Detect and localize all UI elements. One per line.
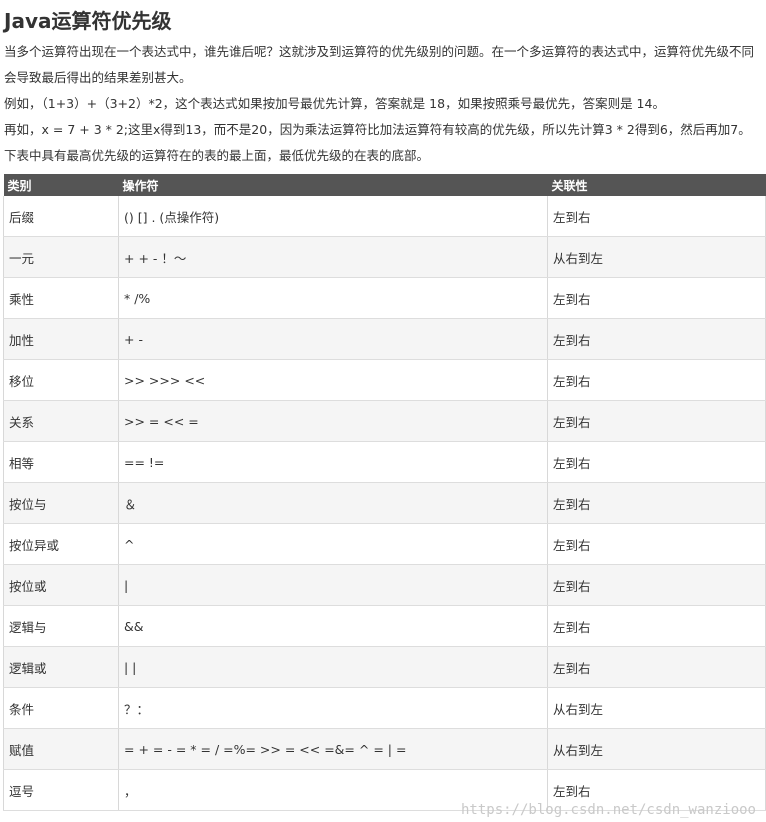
associativity-cell: 从右到左 bbox=[547, 687, 766, 729]
header-category: 类别 bbox=[3, 174, 119, 196]
operator-cell: ＆ bbox=[118, 482, 548, 524]
table-row: 按位异或 ^ 左到右 bbox=[3, 523, 766, 565]
category-cell: 移位 bbox=[3, 359, 119, 401]
watermark-url: https://blog.csdn.net/csdn_wanziooo bbox=[460, 802, 756, 818]
associativity-cell: 从右到左 bbox=[547, 728, 766, 770]
table-row: 移位 >> >>> << 左到右 bbox=[3, 359, 766, 401]
category-cell: 加性 bbox=[3, 318, 119, 360]
category-cell: 乘性 bbox=[3, 277, 119, 319]
header-associativity: 关联性 bbox=[547, 174, 766, 196]
table-row: 后缀 () [] . (点操作符) 左到右 bbox=[3, 196, 766, 237]
table-description: 下表中具有最高优先级的运算符在的表的最上面，最低优先级的在表的底部。 bbox=[4, 148, 430, 163]
category-cell: 按位或 bbox=[3, 564, 119, 606]
associativity-cell: 左到右 bbox=[547, 564, 766, 606]
associativity-cell: 左到右 bbox=[547, 277, 766, 319]
operator-cell: * /% bbox=[118, 277, 548, 319]
category-cell: 一元 bbox=[3, 236, 119, 278]
category-cell: 赋值 bbox=[3, 728, 119, 770]
intro-paragraph: 当多个运算符出现在一个表达式中，谁先谁后呢？这就涉及到运算符的优先级别的问题。在… bbox=[4, 44, 755, 85]
operator-cell: () [] . (点操作符) bbox=[118, 196, 548, 237]
table-row: 赋值 = + = - = * = / =%= >> = << =&= ^ = |… bbox=[3, 728, 766, 770]
article: Java运算符优先级 当多个运算符出现在一个表达式中，谁先谁后呢？这就涉及到运算… bbox=[0, 0, 766, 169]
table-row: 关系 >> = << = 左到右 bbox=[3, 400, 766, 442]
operator-cell: && bbox=[118, 605, 548, 647]
associativity-cell: 从右到左 bbox=[547, 236, 766, 278]
second-example-paragraph: 再如，x = 7 + 3 * 2;这里x得到13，而不是20，因为乘法运算符比加… bbox=[4, 122, 751, 137]
table-row: 一元 + + - ！〜 从右到左 bbox=[3, 236, 766, 278]
table-row: 按位与 ＆ 左到右 bbox=[3, 482, 766, 524]
category-cell: 按位与 bbox=[3, 482, 119, 524]
operator-cell: >> = << = bbox=[118, 400, 548, 442]
associativity-cell: 左到右 bbox=[547, 359, 766, 401]
operator-cell: >> >>> << bbox=[118, 359, 548, 401]
operator-cell: = + = - = * = / =%= >> = << =&= ^ = | = bbox=[118, 728, 548, 770]
category-cell: 关系 bbox=[3, 400, 119, 442]
category-cell: 条件 bbox=[3, 687, 119, 729]
operator-cell: | | bbox=[118, 646, 548, 688]
table-row: 条件 ？： 从右到左 bbox=[3, 687, 766, 729]
table-header-row: 类别 操作符 关联性 bbox=[3, 174, 766, 196]
associativity-cell: 左到右 bbox=[547, 400, 766, 442]
associativity-cell: 左到右 bbox=[547, 441, 766, 483]
associativity-cell: 左到右 bbox=[547, 646, 766, 688]
category-cell: 逻辑与 bbox=[3, 605, 119, 647]
category-cell: 相等 bbox=[3, 441, 119, 483]
operator-cell: ^ bbox=[118, 523, 548, 565]
table-row: 逻辑或 | | 左到右 bbox=[3, 646, 766, 688]
operator-cell: ？： bbox=[118, 687, 548, 729]
table-row: 相等 == != 左到右 bbox=[3, 441, 766, 483]
operator-cell: + - bbox=[118, 318, 548, 360]
category-cell: 按位异或 bbox=[3, 523, 119, 565]
example-paragraph: 例如，（1+3）+（3+2）*2，这个表达式如果按加号最优先计算，答案就是 18… bbox=[4, 96, 665, 111]
table-row: 按位或 | 左到右 bbox=[3, 564, 766, 606]
table-row: 逻辑与 && 左到右 bbox=[3, 605, 766, 647]
category-cell: 逗号 bbox=[3, 769, 119, 811]
associativity-cell: 左到右 bbox=[547, 196, 766, 237]
category-cell: 后缀 bbox=[3, 196, 119, 237]
associativity-cell: 左到右 bbox=[547, 318, 766, 360]
operator-cell: + + - ！〜 bbox=[118, 236, 548, 278]
header-operator: 操作符 bbox=[118, 174, 548, 196]
associativity-cell: 左到右 bbox=[547, 523, 766, 565]
category-cell: 逻辑或 bbox=[3, 646, 119, 688]
table-row: 加性 + - 左到右 bbox=[3, 318, 766, 360]
associativity-cell: 左到右 bbox=[547, 605, 766, 647]
precedence-table: 类别 操作符 关联性 后缀 () [] . (点操作符) 左到右 一元 + + … bbox=[3, 174, 766, 811]
operator-cell: | bbox=[118, 564, 548, 606]
operator-cell: == != bbox=[118, 441, 548, 483]
associativity-cell: 左到右 bbox=[547, 482, 766, 524]
table-row: 乘性 * /% 左到右 bbox=[3, 277, 766, 319]
page-title: Java运算符优先级 bbox=[4, 9, 172, 33]
